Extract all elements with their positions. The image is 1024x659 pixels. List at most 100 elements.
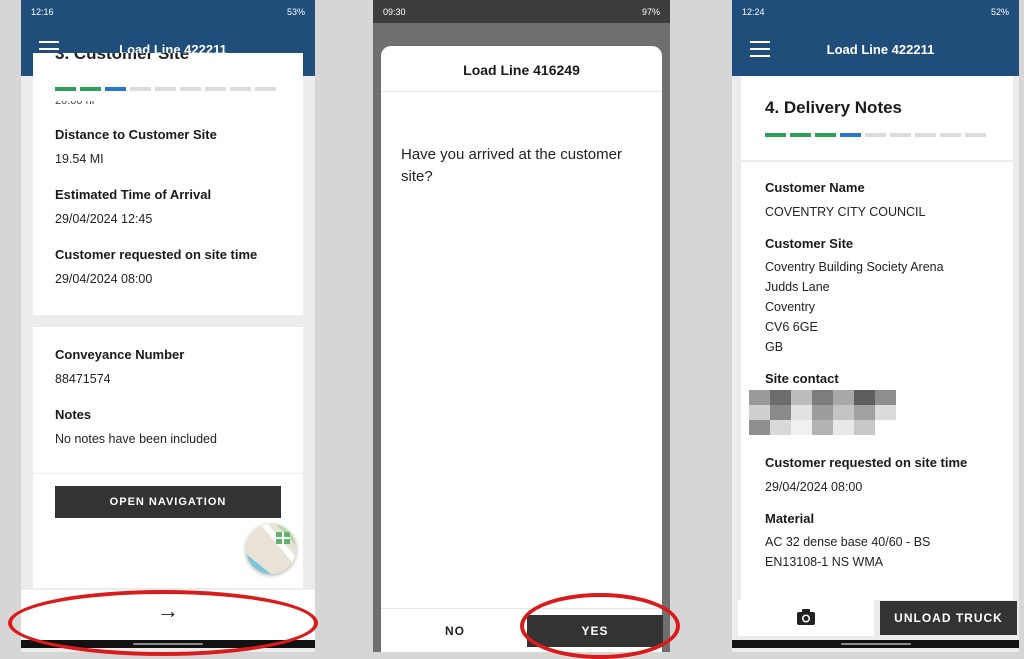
- field-label: Conveyance Number: [55, 347, 185, 362]
- highlight-ring-next: [8, 590, 318, 656]
- progress-step: [915, 133, 936, 137]
- redaction-pixel: [791, 389, 812, 405]
- redaction-pixel: [749, 389, 770, 405]
- requested-time-value: 29/04/2024 08:00: [765, 479, 863, 494]
- step-progress: [765, 133, 989, 137]
- field-value: 88471574: [55, 372, 111, 386]
- redaction-pixel: [833, 419, 854, 435]
- site-contact-redacted: [749, 389, 896, 435]
- progress-step: [205, 87, 226, 91]
- progress-step: [80, 87, 101, 91]
- progress-step: [255, 87, 276, 91]
- page-title: Load Line 422211: [826, 42, 935, 57]
- field-value: 29/04/2024 08:00: [55, 271, 153, 286]
- dialog-question: Have you arrived at the customer site?: [401, 146, 622, 185]
- redaction-pixel: [770, 404, 791, 420]
- redaction-pixel: [770, 389, 791, 405]
- text-line: Judds Lane: [765, 279, 830, 294]
- status-time: 09:30: [383, 6, 406, 17]
- redaction-pixel: [770, 419, 791, 435]
- status-time: 12:16: [31, 6, 54, 17]
- navigation-card: OPEN NAVIGATION: [33, 474, 303, 588]
- no-button[interactable]: NO: [385, 615, 525, 647]
- conveyance-card: Conveyance Number 88471574 Notes No notes h…: [33, 327, 303, 473]
- text-line: Coventry Building Society Arena: [765, 259, 944, 274]
- progress-step: [890, 133, 911, 137]
- customer-name-label: Customer Name: [765, 180, 865, 195]
- phone-screen-customer-site: 12:16 53% Load Line 422211 3. Customer S…: [21, 0, 315, 652]
- section-title: 4. Delivery Notes: [765, 98, 903, 117]
- customer-site-address: Coventry Building Society Arena Judds Lan…: [765, 257, 989, 357]
- text-line: AC 32 dense base 40/60 - BS: [765, 534, 931, 549]
- redaction-pixel: [791, 404, 812, 420]
- phone-screen-delivery-notes: 12:24 52% Load Line 422211 4. Delivery N…: [732, 0, 1019, 652]
- requested-time-label: Customer requested on site time: [765, 454, 968, 470]
- redaction-pixel: [812, 404, 833, 420]
- progress-step: [230, 87, 251, 91]
- status-indicators: 52%: [990, 6, 1009, 17]
- field-label: Notes: [55, 406, 92, 422]
- info-field: Notes No notes have been included: [55, 407, 281, 449]
- customer-site-label: Customer Site: [765, 235, 854, 251]
- redaction-pixel: [791, 419, 812, 435]
- bottom-action-bar: UNLOAD TRUCK: [732, 600, 1019, 640]
- app-bar: Load Line 422211: [732, 23, 1019, 76]
- field-label: Customer requested on site time: [55, 246, 258, 262]
- delivery-notes-header: 4. Delivery Notes: [741, 76, 1013, 160]
- material-label: Material: [765, 510, 815, 526]
- unload-truck-button[interactable]: UNLOAD TRUCK: [880, 601, 1017, 635]
- progress-step: [765, 133, 786, 137]
- material-value: AC 32 dense base 40/60 - BS EN13108-1 NS …: [765, 532, 989, 572]
- redaction-pixel: [749, 419, 770, 435]
- info-field: Customer requested on site time 29/04/202…: [55, 247, 281, 289]
- status-bar: 12:24 52%: [732, 0, 1019, 23]
- customer-site-card: 3. Customer Site 20:00 hr Distance to Cu…: [33, 53, 303, 315]
- field-label: Estimated Time of Arrival: [55, 186, 212, 202]
- redaction-pixel: [749, 404, 770, 420]
- camera-button[interactable]: [738, 600, 874, 636]
- progress-step: [865, 133, 886, 137]
- redaction-pixel: [854, 389, 875, 405]
- delivery-details-card: Customer Name COVENTRY CITY COUNCIL Cust…: [741, 162, 1013, 600]
- info-field: Conveyance Number 88471574: [55, 347, 281, 389]
- arrival-dialog: Load Line 416249 Have you arrived at the…: [381, 46, 663, 652]
- menu-icon[interactable]: [750, 41, 770, 57]
- map-icon[interactable]: [246, 524, 296, 574]
- field-value: 19.54 MI: [55, 152, 104, 166]
- customer-name-value: COVENTRY CITY COUNCIL: [765, 205, 926, 219]
- redaction-pixel: [875, 404, 896, 420]
- status-indicators: 97%: [641, 6, 660, 17]
- text-line: CV6 6GE: [765, 319, 818, 334]
- progress-step: [840, 133, 861, 137]
- progress-step: [130, 87, 151, 91]
- redaction-pixel: [854, 419, 875, 435]
- step-progress: [55, 87, 281, 91]
- system-home-bar: [732, 640, 1019, 648]
- redaction-pixel: [833, 404, 854, 420]
- progress-step: [180, 87, 201, 91]
- status-time: 12:24: [742, 6, 765, 17]
- progress-step: [790, 133, 811, 137]
- highlight-ring-yes: [520, 593, 680, 659]
- field-label: Distance to Customer Site: [55, 127, 217, 142]
- text-line: EN13108-1 NS WMA: [765, 554, 884, 569]
- redaction-pixel: [833, 389, 854, 405]
- open-navigation-button[interactable]: OPEN NAVIGATION: [55, 486, 281, 518]
- redaction-pixel: [875, 419, 896, 435]
- field-value: No notes have been included: [55, 431, 217, 446]
- camera-icon: [797, 609, 815, 625]
- clipped-value: 20:00 hr: [55, 101, 96, 107]
- site-contact-label: Site contact: [765, 370, 839, 386]
- progress-step: [940, 133, 961, 137]
- status-indicators: 53%: [286, 6, 305, 17]
- text-line: Coventry: [765, 299, 816, 314]
- status-bar: 09:30 97%: [373, 0, 670, 23]
- phone-screen-arrival-dialog: 09:30 97% Load Line 416249 Have you arri…: [373, 0, 670, 652]
- redaction-pixel: [812, 389, 833, 405]
- text-line: GB: [765, 339, 784, 354]
- redaction-pixel: [854, 404, 875, 420]
- redaction-pixel: [875, 389, 896, 405]
- progress-step: [965, 133, 986, 137]
- section-title: 3. Customer Site: [55, 53, 190, 63]
- dialog-title: Load Line 416249: [381, 46, 662, 92]
